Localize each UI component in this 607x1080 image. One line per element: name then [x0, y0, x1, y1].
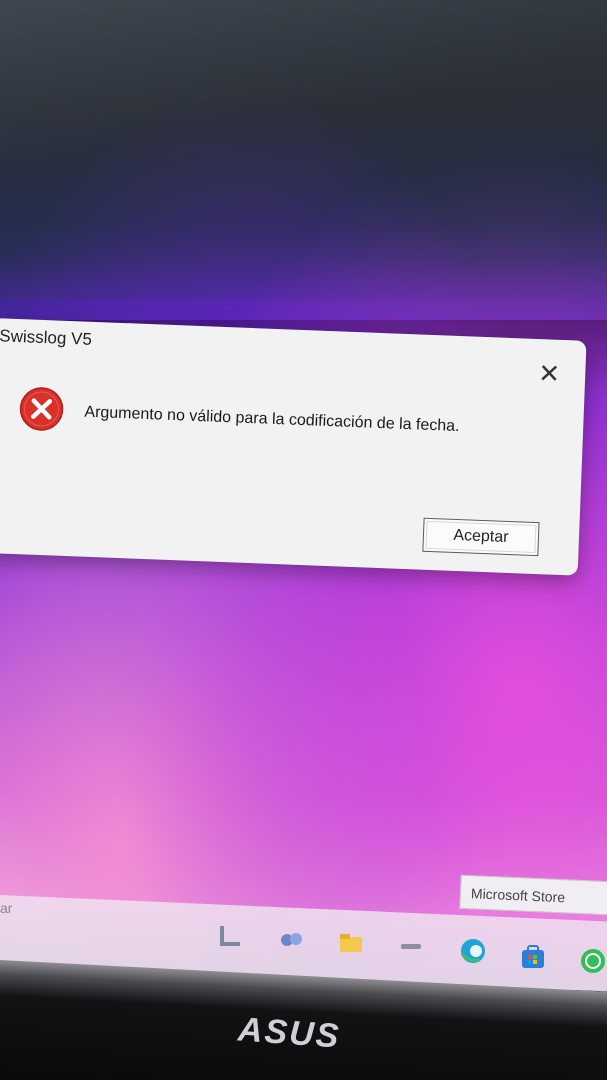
microsoft-store-icon[interactable]: [520, 944, 546, 970]
error-icon: [19, 387, 64, 431]
chat-icon[interactable]: [278, 926, 304, 952]
close-button[interactable]: ✕: [535, 358, 564, 389]
edge-icon[interactable]: [460, 938, 486, 964]
screen-glare: [0, 0, 607, 300]
file-explorer-icon[interactable]: [218, 922, 244, 948]
taskbar-tooltip: Microsoft Store: [459, 874, 607, 916]
photo-scene: Swisslog V5 ✕ Argumento no válido para l…: [0, 0, 607, 1080]
folder-icon[interactable]: [338, 930, 364, 956]
settings-icon[interactable]: [398, 934, 424, 960]
monitor-brand-logo: ASUS: [236, 1010, 342, 1056]
accept-button[interactable]: Aceptar: [422, 517, 540, 557]
error-message: Argumento no válido para la codificación…: [84, 403, 460, 436]
whatsapp-icon[interactable]: [580, 948, 606, 974]
dialog-title: Swisslog V5: [0, 326, 93, 349]
error-dialog: Swisslog V5 ✕ Argumento no válido para l…: [0, 318, 587, 576]
taskbar-search-text[interactable]: ar: [0, 900, 12, 916]
